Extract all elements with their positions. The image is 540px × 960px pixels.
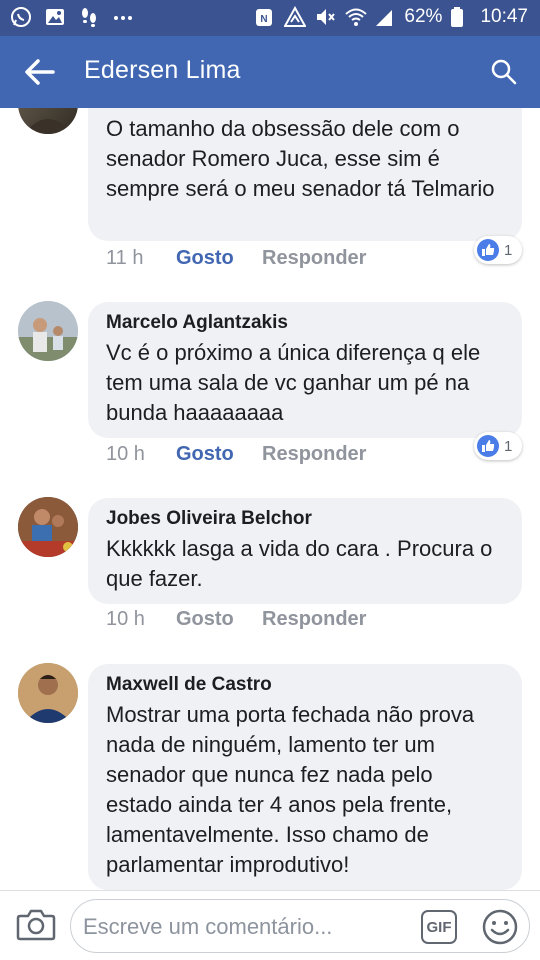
- comment-text: O tamanho da obsessão dele com o senador…: [106, 116, 495, 201]
- status-bar-system: N 62% 10:47: [254, 5, 528, 28]
- whatsapp-icon: [10, 6, 32, 28]
- comment-bubble[interactable]: Maxwell de Castro Mostrar uma porta fech…: [88, 664, 522, 890]
- search-icon[interactable]: [490, 58, 518, 86]
- footsteps-icon: [78, 6, 100, 28]
- comment-bubble[interactable]: Jobes Oliveira Belchor Kkkkkk lasga a vi…: [88, 498, 522, 604]
- emoji-icon[interactable]: [481, 908, 519, 946]
- reply-button[interactable]: Responder: [262, 443, 366, 466]
- avatar[interactable]: [18, 108, 78, 134]
- comment-text: Mostrar uma porta fechada não prova nada…: [106, 702, 475, 877]
- reply-button[interactable]: Responder: [262, 247, 366, 270]
- battery-percent: 62%: [404, 6, 443, 27]
- comment-input[interactable]: [83, 910, 403, 944]
- reaction-count-value: 1: [504, 241, 513, 259]
- nfc-icon: N: [254, 6, 276, 28]
- status-bar: N 62% 10:47: [0, 0, 540, 36]
- wifi-icon: [344, 6, 368, 28]
- comment-composer: GIF: [0, 890, 540, 960]
- mute-icon: [314, 6, 336, 28]
- like-button[interactable]: Gosto: [176, 443, 262, 466]
- avatar[interactable]: [18, 301, 78, 361]
- reply-button[interactable]: Responder: [262, 608, 366, 631]
- comment-bubble[interactable]: Marcelo Aglantzakis Vc é o próximo a úni…: [88, 302, 522, 438]
- signal-icon: [374, 6, 396, 28]
- reaction-count-value: 1: [504, 437, 513, 455]
- more-icon: [112, 6, 134, 28]
- comment-input-box[interactable]: GIF: [70, 899, 530, 953]
- app-bar: Edersen Lima: [0, 36, 540, 108]
- comment-actions: 11 h Gosto Responder: [106, 243, 366, 273]
- comment-list: O tamanho da obsessão dele com o senador…: [0, 108, 540, 890]
- page-title: Edersen Lima: [84, 56, 241, 84]
- like-button[interactable]: Gosto: [176, 247, 262, 270]
- comment-actions: 10 h Gosto Responder: [106, 439, 366, 469]
- status-time: 10:47: [480, 6, 528, 27]
- comment-author[interactable]: Jobes Oliveira Belchor: [106, 508, 504, 530]
- status-bar-notifications: [10, 6, 134, 28]
- svg-text:N: N: [261, 14, 268, 25]
- comment-text: Kkkkkk lasga a vida do cara . Procura o …: [106, 536, 493, 591]
- like-button[interactable]: Gosto: [176, 608, 262, 631]
- thumbs-up-icon: [477, 435, 499, 457]
- reaction-count[interactable]: 1: [474, 236, 522, 264]
- avatar[interactable]: [18, 663, 78, 723]
- battery-icon: [450, 6, 472, 28]
- reaction-count[interactable]: 1: [474, 432, 522, 460]
- gallery-icon: [44, 6, 66, 28]
- comment-time: 10 h: [106, 607, 145, 630]
- camera-icon[interactable]: [16, 907, 56, 941]
- comment-time: 11 h: [106, 246, 144, 269]
- avatar[interactable]: [18, 497, 78, 557]
- thumbs-up-icon: [477, 239, 499, 261]
- comment-actions: 10 h Gosto Responder: [106, 604, 366, 634]
- data-saver-icon: [283, 5, 308, 28]
- comment-author[interactable]: Marcelo Aglantzakis: [106, 312, 504, 334]
- comment-author[interactable]: Maxwell de Castro: [106, 674, 504, 696]
- gif-button[interactable]: GIF: [421, 910, 457, 944]
- arrow-left-icon[interactable]: [24, 58, 56, 86]
- comment-time: 10 h: [106, 442, 145, 465]
- comment-bubble[interactable]: O tamanho da obsessão dele com o senador…: [88, 108, 522, 241]
- comment-text: Vc é o próximo a única diferença q ele t…: [106, 340, 481, 425]
